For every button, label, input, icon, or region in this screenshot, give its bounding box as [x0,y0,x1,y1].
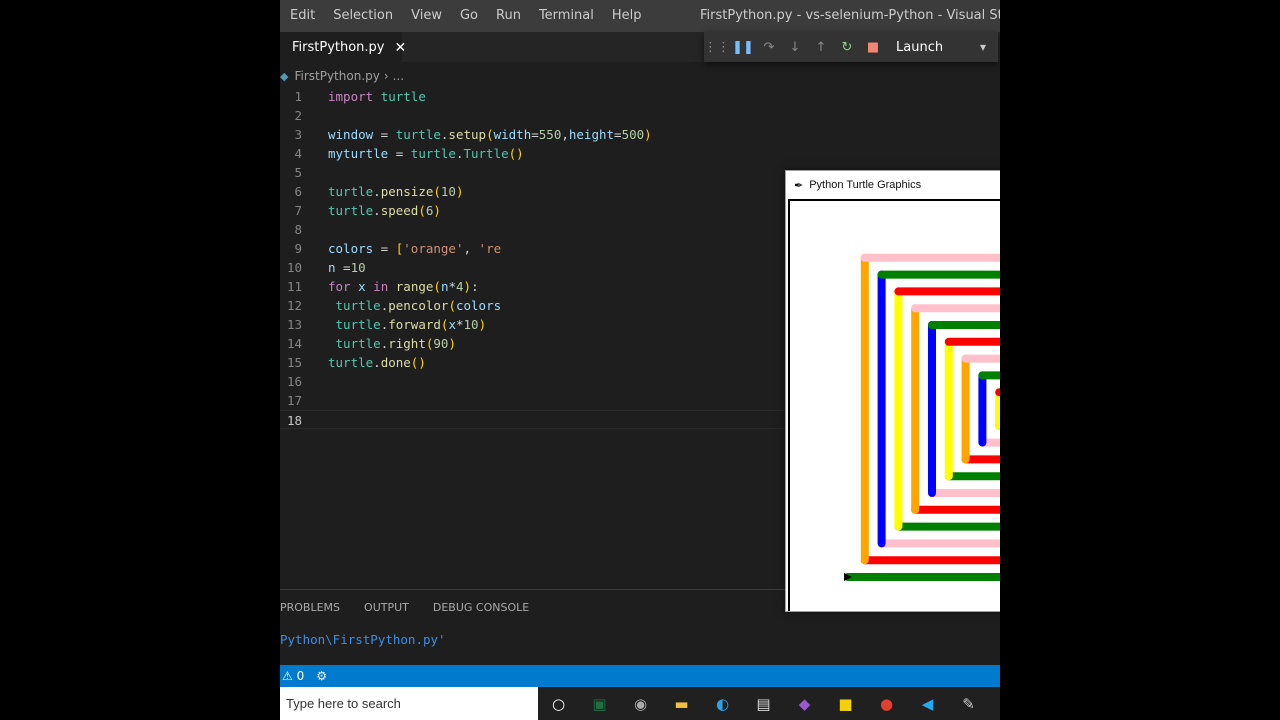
notepad-icon[interactable]: ▤ [743,687,784,720]
turtle-canvas[interactable] [788,199,1000,611]
problem-count: 0 [296,669,305,683]
task-view-icon[interactable]: ○ [538,687,579,720]
chevron-down-icon[interactable]: ▾ [968,40,998,54]
step-into-icon[interactable]: ↓ [782,40,808,55]
line-number: 10 [286,260,302,275]
code-text: turtle.done() [328,355,426,370]
python-icon[interactable]: ✎ [948,687,989,720]
code-text: turtle.pensize(10) [328,184,464,199]
breadcrumb-file[interactable]: FirstPython.py [294,69,379,83]
line-number: 2 [294,108,302,123]
code-line[interactable]: 1 import turtle [280,87,1000,106]
line-number: 1 [294,89,302,104]
line-number: 16 [286,374,302,389]
menu-run[interactable]: Run [486,0,529,32]
terminal-output: Python\FirstPython.py' [280,632,446,647]
code-line[interactable]: 4 myturtle = turtle.Turtle() [280,144,1000,163]
line-number: 18 [286,413,302,428]
vscode-window: Edit Selection View Go Run Terminal Help… [280,0,1000,720]
python-file-icon: ◆ [280,69,289,83]
line-number: 7 [294,203,302,218]
chevron-right-icon: › [383,69,389,83]
launch-config-select[interactable]: Launch [896,40,968,55]
window-title: FirstPython.py - vs-selenium-Python - Vi… [700,8,1000,23]
menu-go[interactable]: Go [450,0,486,32]
line-number: 13 [286,317,302,332]
file-explorer-icon[interactable]: ▬ [661,687,702,720]
tab-output[interactable]: OUTPUT [364,601,409,614]
line-number: 8 [294,222,302,237]
tab-problems[interactable]: PROBLEMS [280,601,340,614]
feather-icon: ✒ [794,179,804,192]
code-text: turtle.pencolor(colors [335,298,502,313]
warning-icon[interactable]: ⚠ 0 [282,669,304,683]
restart-icon[interactable]: ↻ [834,40,860,55]
close-icon[interactable]: ✕ [395,40,407,56]
line-number: 3 [294,127,302,142]
menu-terminal[interactable]: Terminal [529,0,602,32]
breadcrumb: ◆ FirstPython.py › ... [280,66,404,86]
vscode-icon[interactable]: ◀ [907,687,948,720]
line-number: 12 [286,298,302,313]
drag-handle-icon[interactable]: ⋮⋮ [704,40,730,55]
spiral-drawing [844,253,1000,581]
code-text: turtle.speed(6) [328,203,441,218]
line-number: 5 [294,165,302,180]
tab-debug-console[interactable]: DEBUG CONSOLE [433,601,529,614]
turtle-graphics-window[interactable]: ✒ Python Turtle Graphics — ☐ ✕ ↖ [785,170,1000,612]
taskbar: Type here to search ○ ▣ ◉ ▬ ◐ ▤ ◆ ■ ● ◀ … [280,687,1000,720]
line-number: 9 [294,241,302,256]
step-out-icon[interactable]: ↑ [808,40,834,55]
menu-selection[interactable]: Selection [323,0,401,32]
menu-bar: Edit Selection View Go Run Terminal Help… [280,0,1000,32]
line-number: 11 [286,279,302,294]
line-number: 14 [286,336,302,351]
excel-icon[interactable]: ▣ [579,687,620,720]
visual-studio-icon[interactable]: ◆ [784,687,825,720]
menu-help[interactable]: Help [602,0,650,32]
line-number: 6 [294,184,302,199]
step-over-icon[interactable]: ↷ [756,40,782,55]
debug-toolbar: ⋮⋮ ❚❚ ↷ ↓ ↑ ↻ ■ Launch ▾ [704,32,998,62]
code-text: for x in range(n*4): [328,279,479,294]
code-text: window = turtle.setup(width=550,height=5… [328,127,652,142]
code-text: import turtle [328,89,426,104]
code-line[interactable]: 3 window = turtle.setup(width=550,height=… [280,125,1000,144]
line-number: 15 [286,355,302,370]
edge-icon[interactable]: ◐ [702,687,743,720]
taskbar-search-input[interactable]: Type here to search [280,687,538,720]
debug-icon[interactable]: ⚙ [316,669,327,683]
paint-icon[interactable]: ◉ [620,687,661,720]
code-line[interactable]: 2 [280,106,1000,125]
pause-icon[interactable]: ❚❚ [730,40,756,55]
code-text: myturtle = turtle.Turtle() [328,146,524,161]
chrome-icon[interactable]: ● [866,687,907,720]
stop-icon[interactable]: ■ [860,40,886,55]
breadcrumb-rest[interactable]: ... [393,69,404,83]
code-text: n =10 [328,260,366,275]
code-text: turtle.right(90) [335,336,456,351]
status-bar: ⚠ 0 ⚙ [280,665,1000,687]
turtle-window-titlebar[interactable]: ✒ Python Turtle Graphics — ☐ ✕ [786,171,1000,199]
sticky-notes-icon[interactable]: ■ [825,687,866,720]
line-number: 17 [286,393,302,408]
tab-label: FirstPython.py [292,40,385,55]
code-text: colors = ['orange', 're [328,241,502,256]
turtle-window-title: Python Turtle Graphics [809,179,922,191]
menu-view[interactable]: View [401,0,450,32]
menu-edit[interactable]: Edit [280,0,323,32]
code-text: turtle.forward(x*10) [335,317,487,332]
tab-firstpython[interactable]: FirstPython.py ✕ [280,32,406,62]
line-number: 4 [294,146,302,161]
